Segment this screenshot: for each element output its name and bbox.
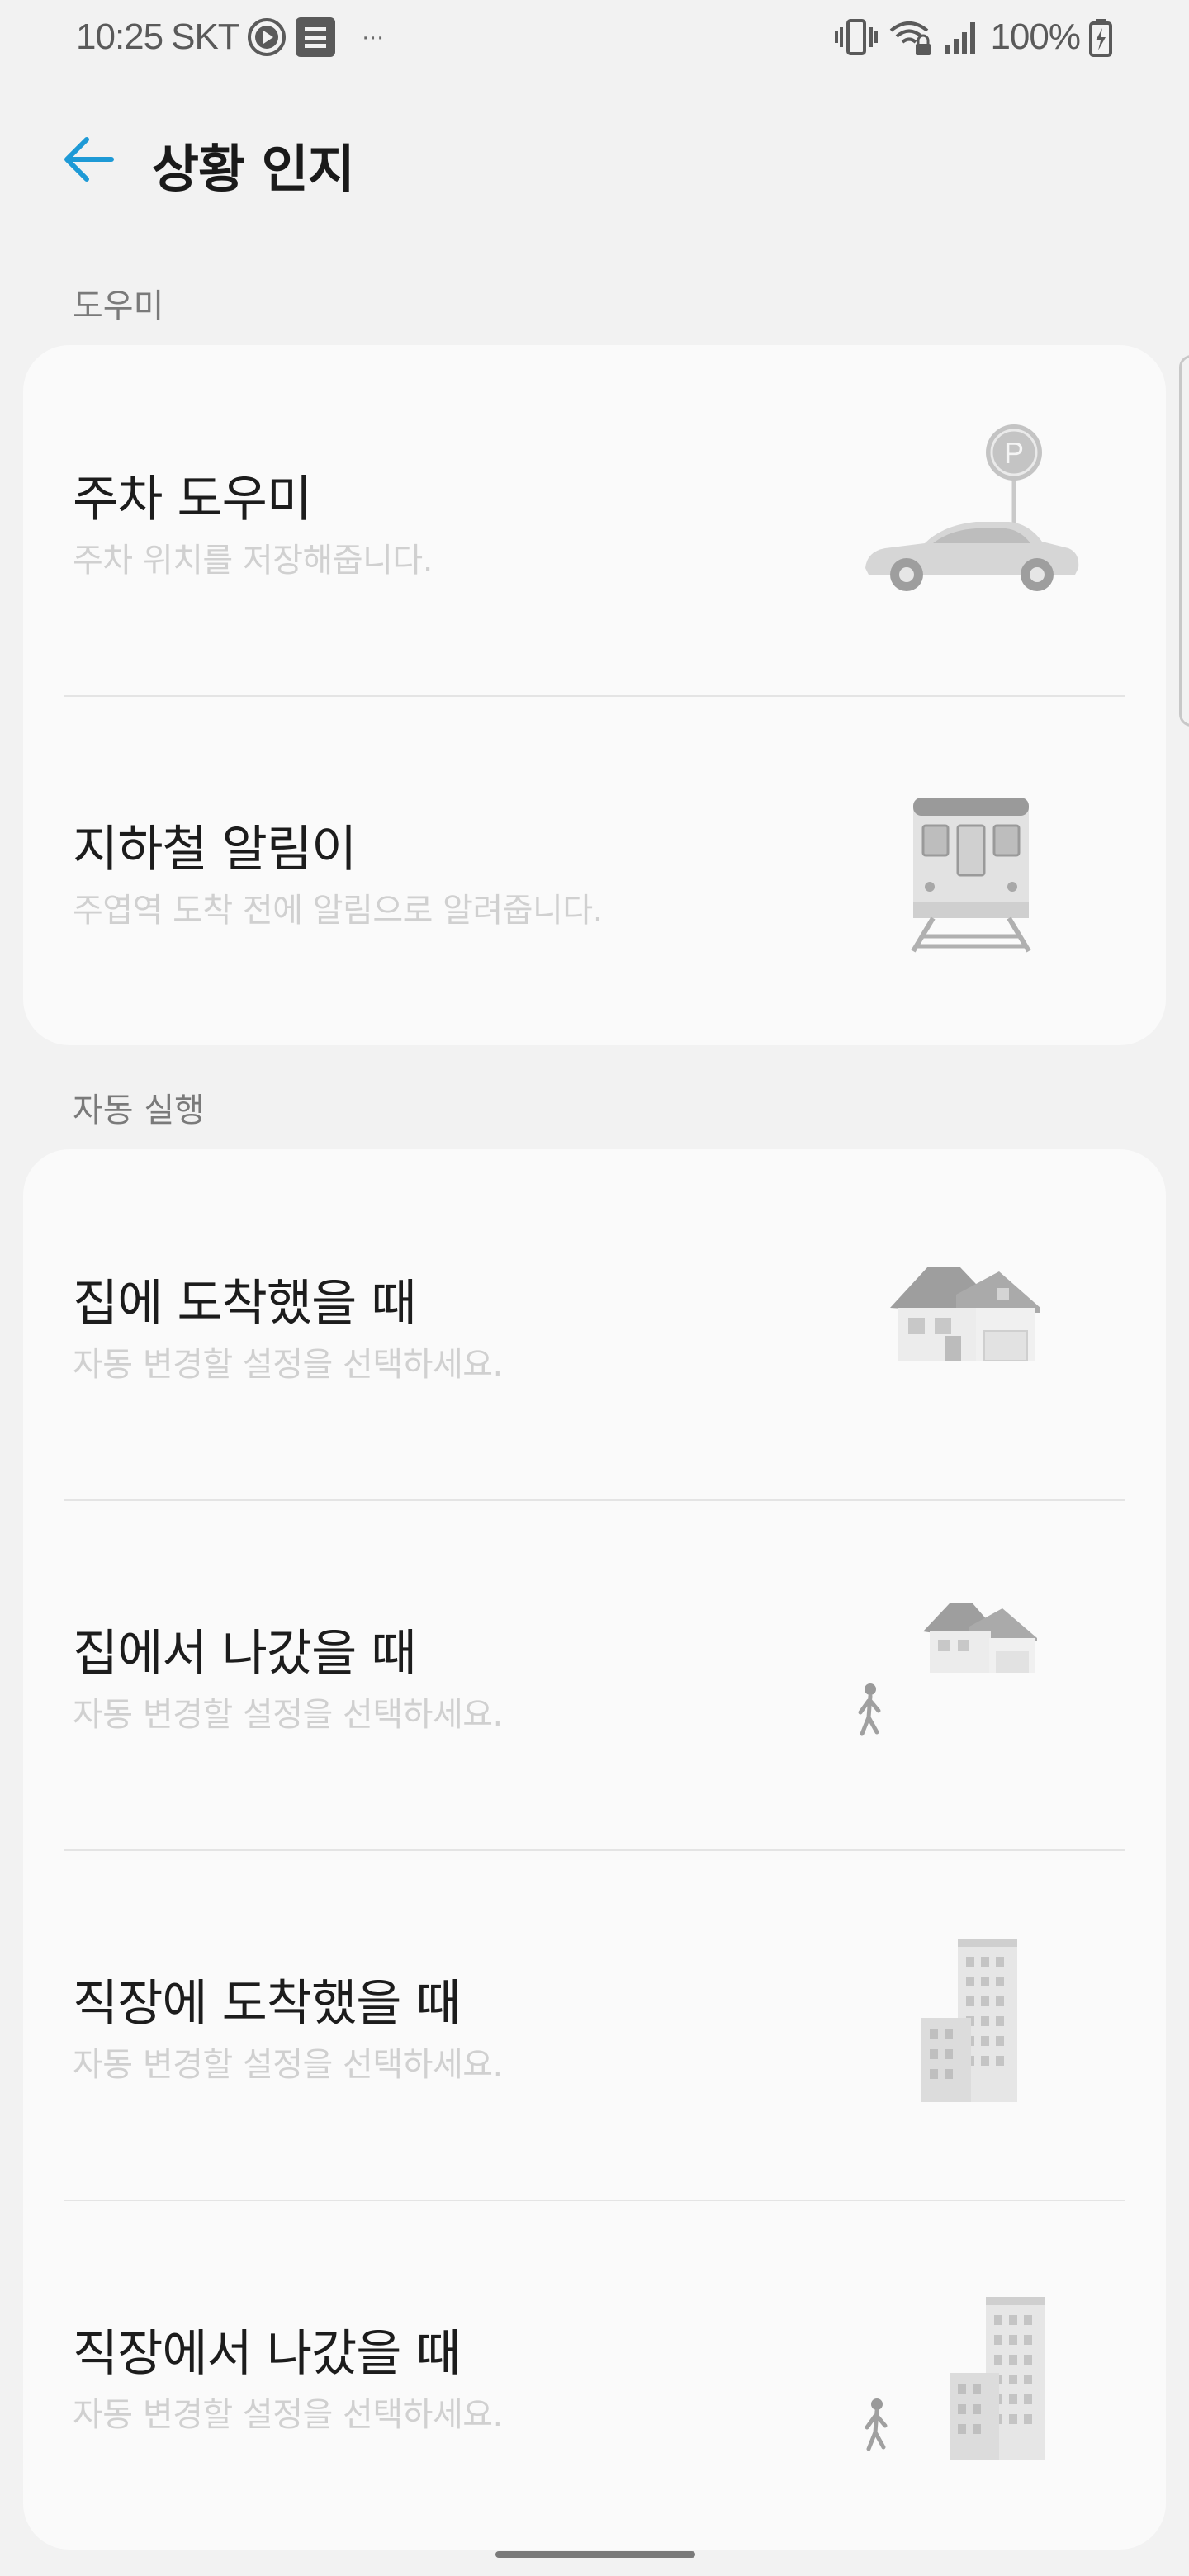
office-walker-icon [852, 2266, 1083, 2480]
notification-list-icon [294, 16, 337, 59]
more-notifications-icon: ··· [361, 23, 385, 50]
auto-run-card: 집에 도착했을 때 자동 변경할 설정을 선택하세요. 집에서 나갔을 때 자동… [23, 1149, 1166, 2550]
helper-card: 주차 도우미 주차 위치를 저장해줍니다. P 지하철 알림이 주엽역 도착 전… [23, 345, 1166, 1045]
item-title: 주차 도우미 [73, 471, 312, 528]
item-subtitle: 자동 변경할 설정을 선택하세요. [73, 1696, 503, 1734]
item-subtitle: 자동 변경할 설정을 선택하세요. [73, 1346, 503, 1384]
section-label-helper: 도우미 [73, 287, 164, 325]
item-subtitle: 주차 위치를 저장해줍니다. [73, 542, 433, 580]
wifi-lock-icon [888, 17, 934, 57]
list-item-arrive-work[interactable]: 직장에 도착했을 때 자동 변경할 설정을 선택하세요. [23, 1849, 1166, 2200]
status-time: 10:25 [76, 17, 163, 57]
back-button[interactable] [53, 125, 124, 197]
signal-icon [942, 17, 982, 57]
back-arrow-icon [62, 136, 115, 186]
list-item-leave-work[interactable]: 직장에서 나갔을 때 자동 변경할 설정을 선택하세요. [23, 2200, 1166, 2550]
item-title: 집에 도착했을 때 [73, 1275, 417, 1333]
battery-charging-icon [1088, 17, 1113, 57]
play-icon [247, 18, 286, 56]
app-bar: 상황 인지 [0, 107, 1189, 215]
section-label-auto-run: 자동 실행 [73, 1091, 205, 1129]
list-item-arrive-home[interactable]: 집에 도착했을 때 자동 변경할 설정을 선택하세요. [23, 1149, 1166, 1499]
item-subtitle: 자동 변경할 설정을 선택하세요. [73, 2046, 503, 2084]
item-title: 직장에 도착했을 때 [73, 1975, 462, 2033]
item-title: 직장에서 나갔을 때 [73, 2325, 462, 2383]
edge-panel-handle[interactable] [1179, 355, 1189, 727]
house-walker-icon [852, 1565, 1083, 1780]
item-subtitle: 주엽역 도착 전에 알림으로 알려줍니다. [73, 892, 603, 930]
house-icon [852, 1215, 1083, 1430]
item-title: 지하철 알림이 [73, 821, 357, 878]
list-item-parking-helper[interactable]: 주차 도우미 주차 위치를 저장해줍니다. P [23, 345, 1166, 695]
battery-percent: 100% [990, 17, 1081, 57]
subway-train-icon [852, 761, 1083, 976]
gesture-nav-handle[interactable] [495, 2551, 695, 2558]
status-carrier: SKT [171, 17, 240, 57]
list-item-leave-home[interactable]: 집에서 나갔을 때 자동 변경할 설정을 선택하세요. [23, 1499, 1166, 1849]
status-bar: 10:25 SKT ··· 100% [0, 0, 1189, 74]
list-item-subway-alarm[interactable]: 지하철 알림이 주엽역 도착 전에 알림으로 알려줍니다. [23, 695, 1166, 1045]
page-title: 상황 인지 [152, 139, 355, 199]
svg-text:P: P [1004, 436, 1024, 470]
office-building-icon [852, 1915, 1083, 2130]
parking-car-icon: P [852, 411, 1083, 626]
vibrate-icon [833, 17, 879, 57]
item-title: 집에서 나갔을 때 [73, 1625, 417, 1683]
item-subtitle: 자동 변경할 설정을 선택하세요. [73, 2396, 503, 2434]
